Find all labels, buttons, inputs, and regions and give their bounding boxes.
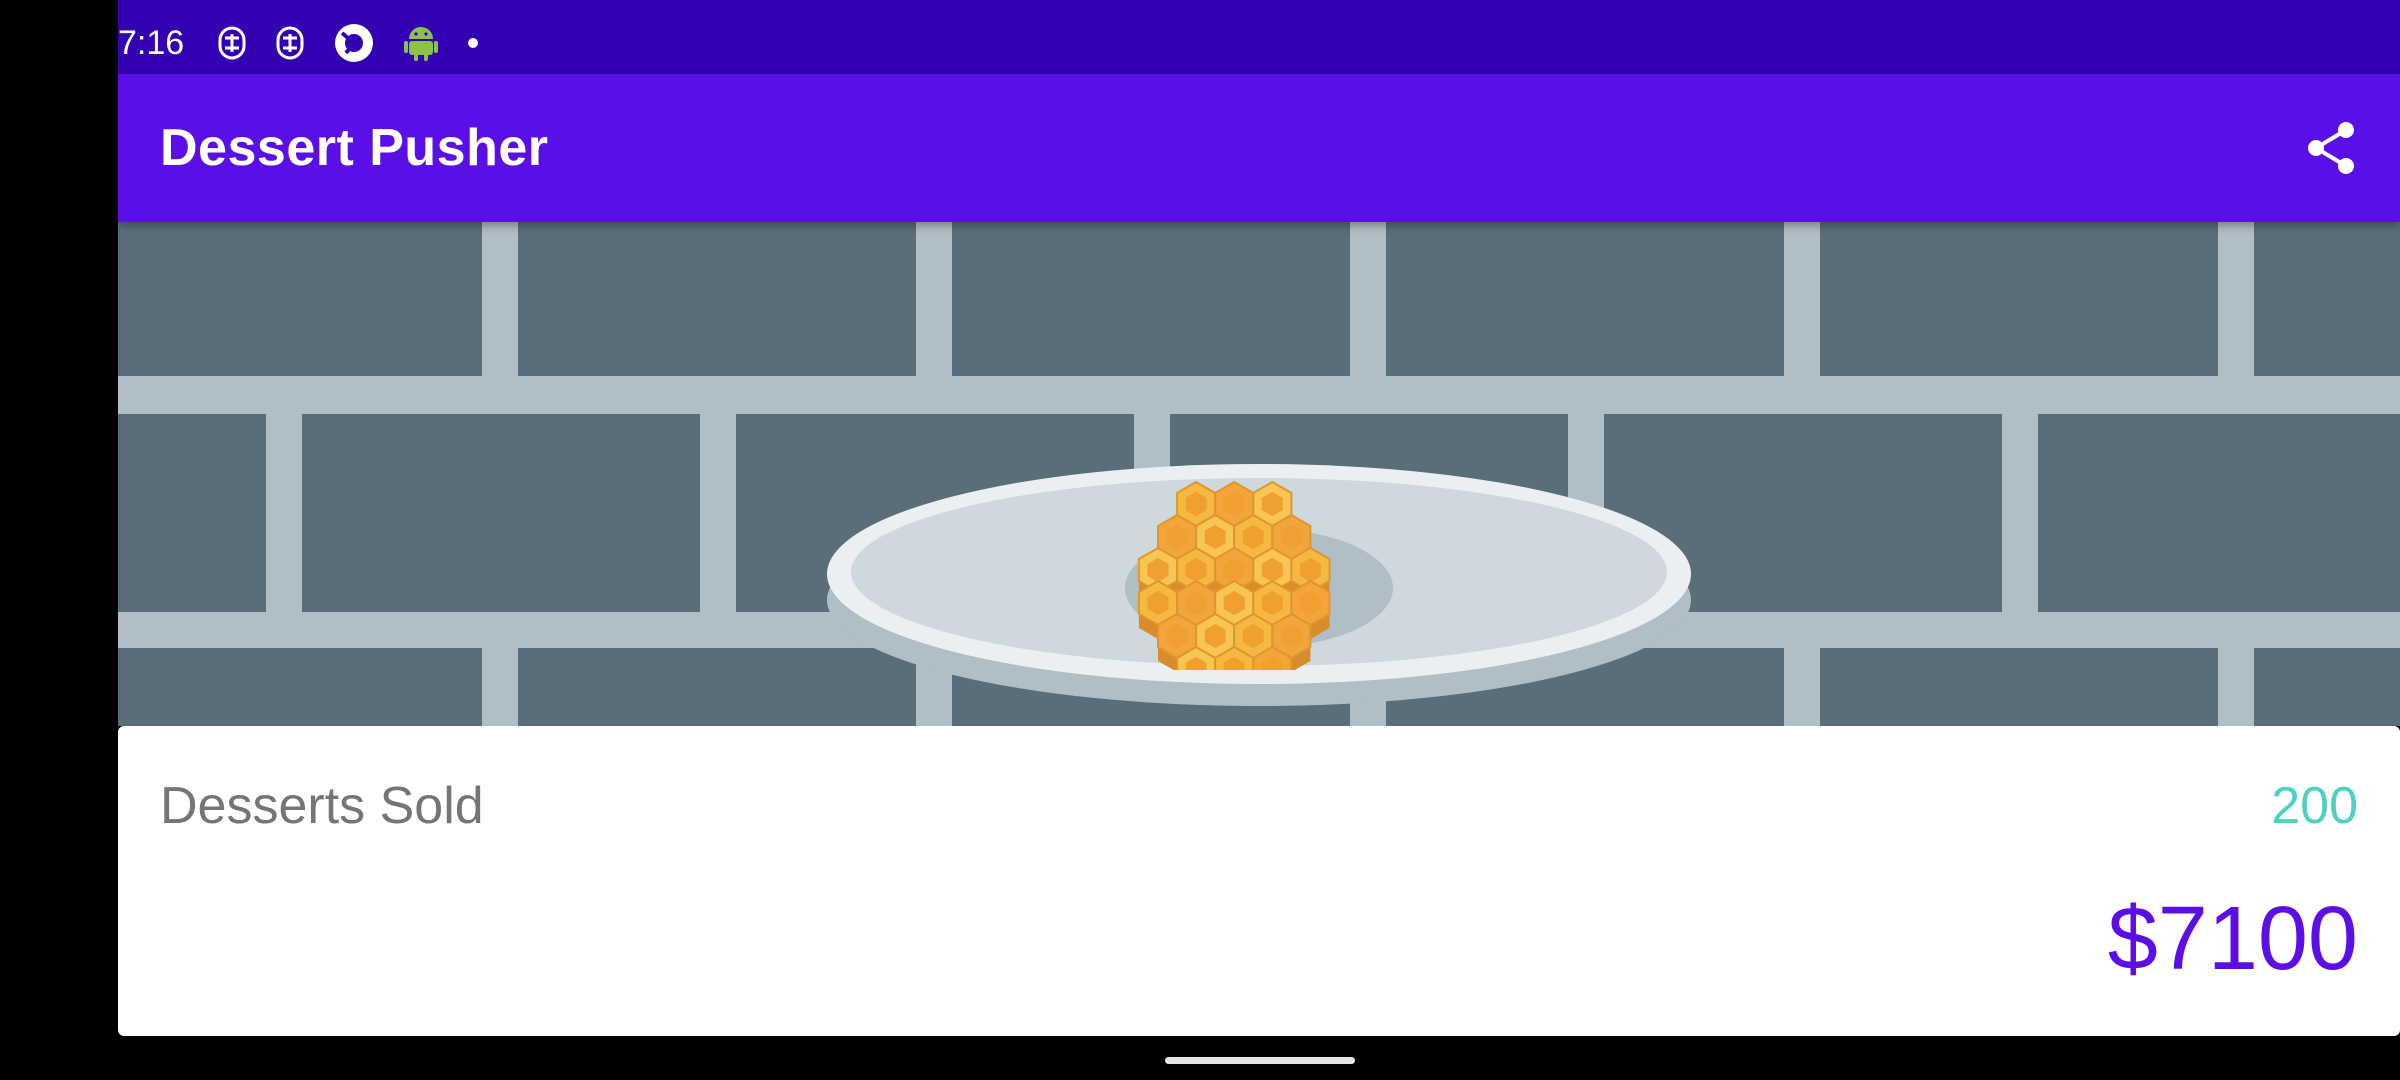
honeycomb-dessert[interactable] bbox=[1110, 480, 1410, 670]
status-time: 7:16 bbox=[118, 23, 185, 62]
camera-app-icon bbox=[334, 23, 374, 63]
s-logo-icon bbox=[218, 23, 246, 63]
desserts-sold-label: Desserts Sold bbox=[160, 777, 484, 835]
stats-card: Desserts Sold 200 $7100 bbox=[118, 726, 2400, 1036]
s-logo-icon bbox=[276, 23, 304, 63]
desserts-sold-count: 200 bbox=[2271, 777, 2358, 835]
share-icon bbox=[2308, 122, 2354, 174]
app-screen: 7:16 Dessert Pusher Desserts Sold 200 $7… bbox=[118, 0, 2400, 1080]
android-icon bbox=[404, 23, 438, 63]
app-title: Dessert Pusher bbox=[160, 119, 549, 177]
home-gesture-handle[interactable] bbox=[1165, 1057, 1355, 1064]
share-button[interactable] bbox=[2302, 118, 2362, 178]
status-bar: 7:16 bbox=[118, 0, 2400, 74]
navigation-bar bbox=[118, 1036, 2400, 1080]
app-bar: Dessert Pusher bbox=[118, 74, 2400, 222]
revenue-amount: $7100 bbox=[2107, 889, 2358, 989]
dessert-scene bbox=[118, 222, 2400, 726]
more-dot-icon bbox=[468, 23, 478, 63]
